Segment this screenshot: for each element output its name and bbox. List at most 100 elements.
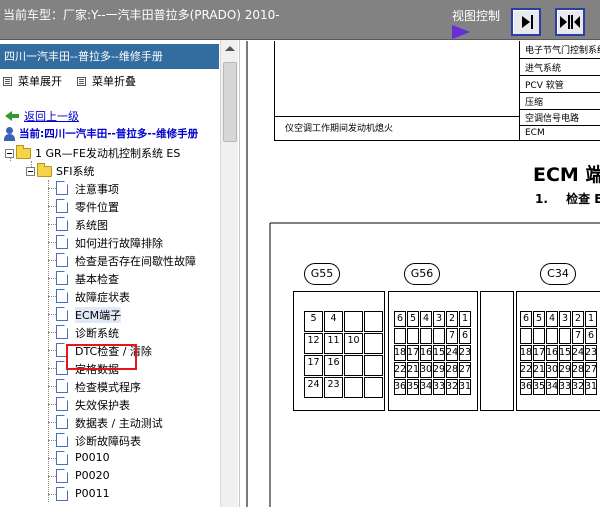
scroll-thumb[interactable] (223, 62, 237, 142)
pin-cell (394, 328, 406, 344)
table-divider (519, 75, 600, 76)
tree-leaf-item[interactable]: 故障症状表 (75, 289, 130, 305)
connector-label: C34 (540, 263, 576, 285)
back-link-label[interactable]: 返回上一级 (24, 108, 79, 124)
spec-table: 电子节气门控制系统 进气系统 PCV 软管 压缩 空调信号电路 ECM 仪空调工… (274, 41, 600, 141)
table-divider (519, 58, 600, 59)
table-divider (519, 125, 600, 126)
next-page-button[interactable] (511, 8, 541, 36)
spec-cell: ECM (525, 128, 545, 138)
pin-number: 1 (587, 313, 595, 324)
pin-number: 2 (448, 313, 456, 324)
menu-expand-button[interactable]: 菜单展开 (3, 73, 62, 89)
pin-number: 24 (446, 347, 459, 358)
pin-cell (559, 328, 571, 344)
tree-line (48, 180, 49, 502)
tree-line (48, 440, 56, 441)
pin-cell (407, 328, 419, 344)
play-triangle-icon[interactable] (452, 25, 470, 39)
pin-number: 33 (433, 381, 446, 392)
pin-number: 36 (520, 381, 533, 392)
pin-number: 15 (559, 347, 572, 358)
tree-leaf-item[interactable]: P0020 (75, 469, 110, 482)
tree-leaf-item[interactable]: 如何进行故障排除 (75, 235, 163, 251)
collapse-menu-icon (77, 76, 86, 86)
pin-number: 32 (572, 381, 585, 392)
document-icon (56, 325, 68, 339)
pin-number: 6 (587, 330, 595, 341)
tree-leaf-item[interactable]: 检查模式程序 (75, 379, 141, 395)
menu-collapse-button[interactable]: 菜单折叠 (77, 73, 136, 89)
document-icon (56, 487, 68, 501)
spec-symptom: 仪空调工作期间发动机熄火 (285, 124, 394, 134)
tree-leaf-item[interactable]: 检查是否存在间歇性故障 (75, 253, 196, 269)
document-icon (56, 217, 68, 231)
pin-cell (344, 355, 363, 376)
document-icon (56, 433, 68, 447)
spec-cell: 压缩 (525, 98, 544, 108)
pin-number: 30 (546, 364, 559, 375)
pin-cell (364, 355, 383, 376)
tree-node-root[interactable]: 1 GR—FE发动机控制系统 ES (5, 144, 180, 162)
tree-line (48, 404, 56, 405)
tree-line (48, 188, 56, 189)
collapse-node-icon[interactable] (26, 166, 35, 176)
pin-cell (344, 377, 363, 398)
pin-number: 15 (433, 347, 446, 358)
pin-number: 1 (461, 313, 469, 324)
pin-number: 3 (435, 313, 443, 324)
pin-number: 23 (459, 347, 472, 358)
pin-number: 4 (548, 313, 556, 324)
fit-view-button[interactable] (555, 8, 585, 36)
pin-cell (433, 328, 445, 344)
current-location-label: 当前:四川一汽丰田--普拉多--维修手册 (19, 128, 199, 140)
pin-number: 6 (396, 313, 404, 324)
pin-number: 23 (585, 347, 598, 358)
scroll-up-icon[interactable] (225, 46, 235, 51)
collapse-node-icon[interactable] (5, 148, 14, 158)
pin-number: 23 (327, 379, 340, 390)
tree-leaf-item[interactable]: 零件位置 (75, 199, 119, 215)
document-icon (56, 289, 68, 303)
tree-node-sfi[interactable]: SFI系统 (26, 162, 95, 180)
pin-number: 17 (407, 347, 420, 358)
table-divider (519, 92, 600, 93)
pin-number: 5 (409, 313, 417, 324)
tree-line (48, 278, 56, 279)
spec-cell: PCV 软管 (525, 81, 564, 91)
current-location: 当前:四川一汽丰田--普拉多--维修手册 (4, 126, 198, 141)
tree-leaf-item[interactable]: 诊断故障码表 (75, 433, 141, 449)
tree-leaf-item[interactable]: P0010 (75, 451, 110, 464)
table-divider (275, 116, 519, 117)
tree-line (48, 332, 56, 333)
tree-leaf-item[interactable]: P0011 (75, 487, 110, 500)
pin-number: 21 (533, 364, 546, 375)
tree-leaf-item[interactable]: 注意事项 (75, 181, 119, 197)
document-icon (56, 253, 68, 267)
tree-leaf-item[interactable]: 系统图 (75, 217, 108, 233)
document-icon (56, 307, 68, 321)
back-link[interactable]: 返回上一级 (5, 108, 79, 124)
tree-leaf-item[interactable]: 失效保护表 (75, 397, 130, 413)
tree-line (48, 260, 56, 261)
pin-number: 12 (307, 335, 320, 346)
tree-leaf-item[interactable]: 数据表 / 主动测试 (75, 415, 163, 431)
document-title: ECM 端 (533, 164, 600, 186)
pin-number: 18 (394, 347, 407, 358)
tree-leaf-item[interactable]: ECM端子 (75, 307, 122, 323)
connector-spacer (480, 291, 514, 411)
table-divider (519, 41, 520, 141)
spec-cell: 电子节气门控制系统 (525, 46, 600, 56)
pin-number: 17 (307, 357, 320, 368)
tree-line (48, 368, 56, 369)
tree-leaf-item[interactable]: 基本检查 (75, 271, 119, 287)
tree-line (48, 350, 56, 351)
tree-leaf-item[interactable]: 诊断系统 (75, 325, 119, 341)
document-step: 1. 检查 E (535, 190, 600, 207)
pin-number: 11 (327, 335, 340, 346)
pin-number: 5 (535, 313, 543, 324)
pin-number: 30 (420, 364, 433, 375)
pin-number: 29 (433, 364, 446, 375)
spec-cell: 进气系统 (525, 64, 562, 74)
vertical-scrollbar[interactable] (220, 40, 238, 507)
